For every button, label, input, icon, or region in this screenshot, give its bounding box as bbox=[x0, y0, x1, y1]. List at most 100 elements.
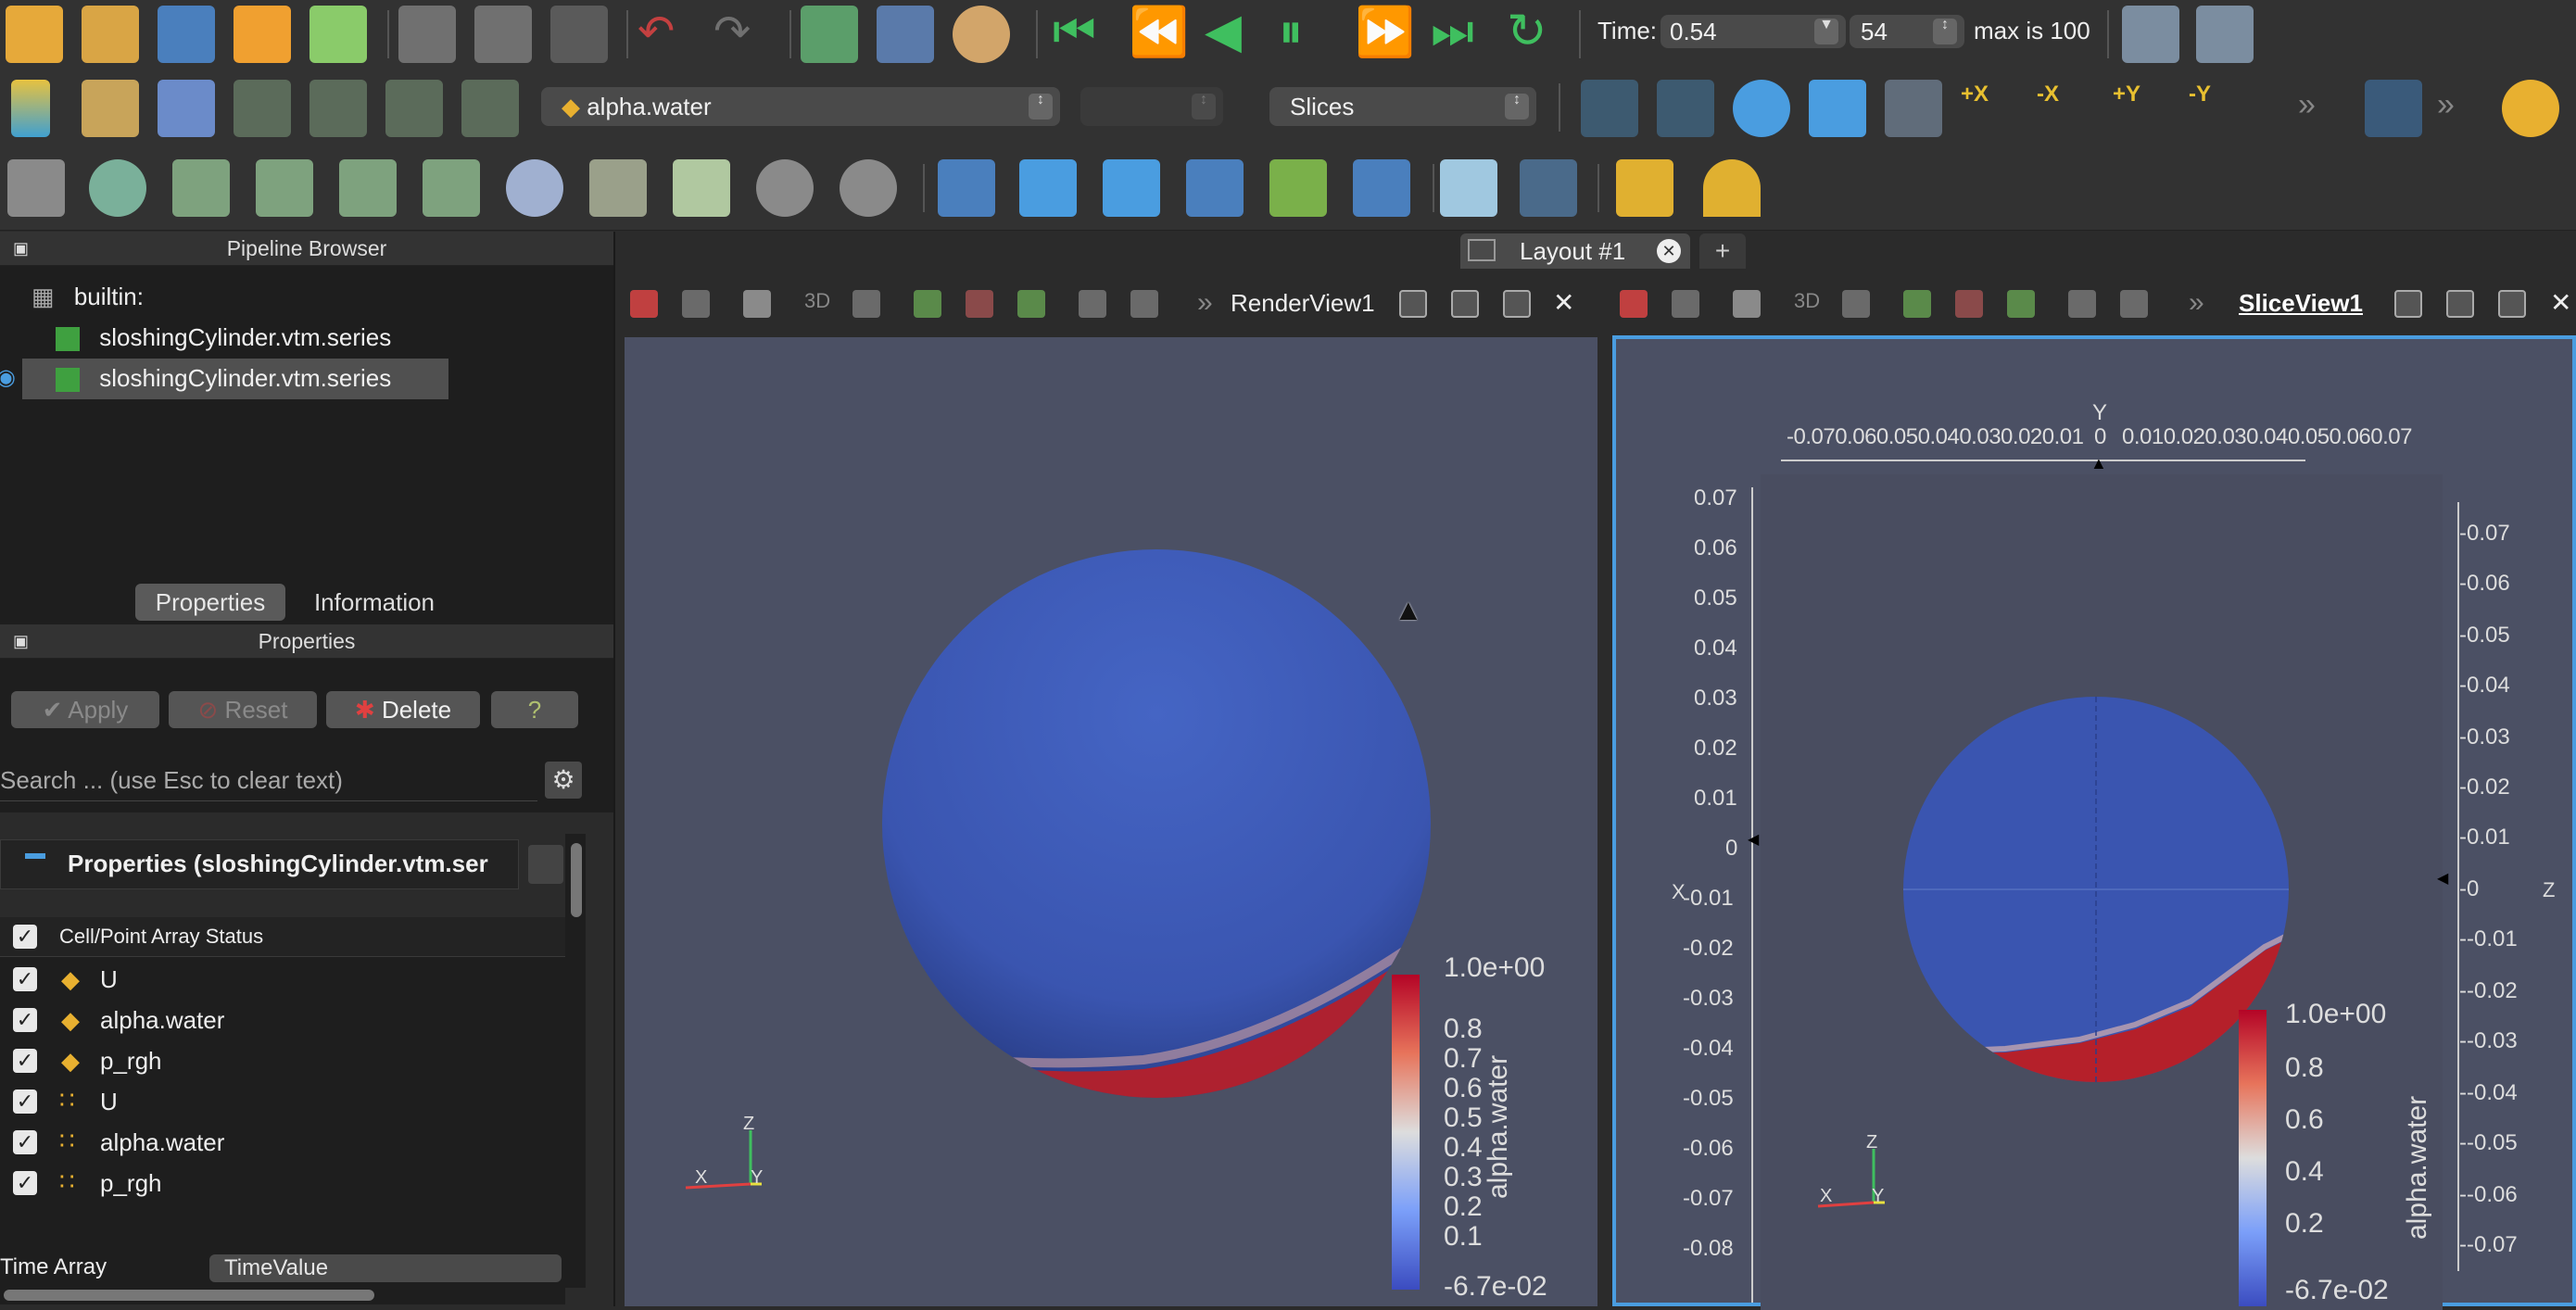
zoom-to-data-icon[interactable] bbox=[1657, 80, 1714, 137]
close-view-icon[interactable]: ✕ bbox=[2550, 287, 2571, 318]
array-checkbox[interactable]: ✓ bbox=[13, 1049, 37, 1073]
capture-icon[interactable] bbox=[743, 290, 771, 318]
plot-over-line-icon[interactable] bbox=[1269, 159, 1327, 217]
collapse-icon[interactable] bbox=[25, 853, 45, 859]
first-frame-icon[interactable]: ⏮ bbox=[1053, 4, 1096, 60]
previous-frame-icon[interactable]: ⏪ bbox=[1129, 4, 1189, 60]
clip-icon[interactable] bbox=[172, 159, 230, 217]
contour-icon[interactable] bbox=[89, 159, 146, 217]
close-tab-icon[interactable]: ✕ bbox=[1657, 239, 1681, 263]
rescale-visible-icon[interactable] bbox=[385, 80, 443, 137]
play-backward-icon[interactable]: ◀ bbox=[1205, 4, 1242, 59]
protractor-icon[interactable] bbox=[1703, 159, 1761, 217]
snowflake-icon[interactable] bbox=[1440, 159, 1497, 217]
split-vertical-icon[interactable] bbox=[1451, 290, 1479, 318]
slice-view-label[interactable]: SliceView1 bbox=[2239, 289, 2363, 318]
plot-over-time-icon[interactable] bbox=[1186, 159, 1244, 217]
last-frame-icon[interactable]: ⏭ bbox=[1431, 4, 1474, 60]
overflow-chevron-icon[interactable]: » bbox=[2189, 287, 2204, 319]
rescale-temporal-icon[interactable] bbox=[461, 80, 519, 137]
glyph-icon[interactable] bbox=[506, 159, 563, 217]
array-checkbox[interactable]: ✓ bbox=[13, 967, 37, 991]
camera-redo-icon[interactable] bbox=[682, 290, 710, 318]
render-view[interactable]: ▲ Z X Y 1.0e+00 0.8 0.7 0.6 0.5 0.4 0.3 … bbox=[625, 337, 1597, 1306]
select-points-on-icon[interactable] bbox=[966, 290, 993, 318]
camera-capture-icon[interactable] bbox=[2122, 6, 2179, 63]
slice-view[interactable]: Y -0.070.060.050.040.030.020.01 0 0.010.… bbox=[1612, 335, 2576, 1310]
plot-selection-icon[interactable] bbox=[1353, 159, 1410, 217]
overflow-chevron-icon[interactable]: » bbox=[2298, 87, 2316, 123]
capture-icon[interactable] bbox=[1733, 290, 1761, 318]
select-frustum-icon[interactable] bbox=[1017, 290, 1045, 318]
split-horizontal-icon[interactable] bbox=[1399, 290, 1427, 318]
probe-line-icon[interactable] bbox=[938, 159, 995, 217]
vertical-scrollbar[interactable] bbox=[565, 834, 586, 1288]
shrink-selection-icon[interactable] bbox=[2120, 290, 2148, 318]
slice-icon[interactable] bbox=[256, 159, 313, 217]
interpret-colors-icon[interactable] bbox=[158, 80, 215, 137]
pipeline-item[interactable]: sloshingCylinder.vtm.series bbox=[56, 364, 391, 393]
redo-camera-icon[interactable] bbox=[474, 6, 532, 63]
component-select[interactable]: ↕ bbox=[1080, 87, 1223, 126]
render-view-label[interactable]: RenderView1 bbox=[1231, 289, 1375, 318]
scalar-bar-icon[interactable] bbox=[82, 80, 139, 137]
orientation-axes-icon[interactable] bbox=[2365, 80, 2422, 137]
toggle-3d-button[interactable]: 3D bbox=[804, 289, 830, 313]
light-bulb-icon[interactable] bbox=[2502, 80, 2559, 137]
clock-icon[interactable] bbox=[550, 6, 608, 63]
save-data-icon[interactable] bbox=[158, 6, 215, 63]
pipeline-root[interactable]: ▦ builtin: bbox=[32, 283, 144, 311]
group-datasets-icon[interactable] bbox=[756, 159, 814, 217]
undo-camera-icon[interactable] bbox=[398, 6, 456, 63]
interactive-zoom-icon[interactable] bbox=[1885, 80, 1942, 137]
selection-icon[interactable] bbox=[1019, 159, 1077, 217]
apply-button[interactable]: ✔ Apply bbox=[11, 691, 159, 728]
rescale-range-icon[interactable] bbox=[234, 80, 291, 137]
reset-session-icon[interactable] bbox=[801, 6, 858, 63]
open-recent-folder-icon[interactable] bbox=[82, 6, 139, 63]
overflow-chevron-icon[interactable]: » bbox=[2437, 87, 2455, 123]
gear-icon[interactable]: ⚙ bbox=[545, 762, 582, 799]
grow-selection-icon[interactable] bbox=[1079, 290, 1106, 318]
select-points-on-icon[interactable] bbox=[1955, 290, 1983, 318]
scrollbar-thumb[interactable] bbox=[4, 1290, 374, 1301]
ruler-icon[interactable] bbox=[1616, 159, 1673, 217]
camera-undo-icon[interactable] bbox=[1620, 290, 1648, 318]
select-all-checkbox[interactable]: ✓ bbox=[13, 925, 37, 949]
dock-float-icon[interactable]: ▣ bbox=[13, 232, 29, 265]
pause-icon[interactable]: ⏸ bbox=[1279, 4, 1303, 60]
zoom-closest-icon[interactable] bbox=[1733, 80, 1790, 137]
search-input[interactable]: Search ... (use Esc to clear text) bbox=[0, 760, 537, 801]
split-horizontal-icon[interactable] bbox=[2394, 290, 2422, 318]
array-select[interactable]: ◆ alpha.water ↕ bbox=[541, 87, 1060, 126]
add-layout-button[interactable]: + bbox=[1699, 233, 1746, 269]
calculator-icon[interactable] bbox=[7, 159, 65, 217]
extract-level-icon[interactable] bbox=[840, 159, 897, 217]
maximize-icon[interactable] bbox=[1503, 290, 1531, 318]
chevron-updown-icon[interactable]: ↕ bbox=[1192, 93, 1216, 120]
toggle-3d-button[interactable]: 3D bbox=[1794, 289, 1820, 313]
grow-selection-icon[interactable] bbox=[2068, 290, 2096, 318]
undo-icon[interactable]: ↶ bbox=[638, 6, 675, 57]
screenshot-icon[interactable] bbox=[877, 6, 934, 63]
zoom-icon[interactable] bbox=[852, 290, 880, 318]
chevron-updown-icon[interactable]: ↕ bbox=[1505, 93, 1529, 120]
camera-redo-icon[interactable] bbox=[1672, 290, 1699, 318]
split-vertical-icon[interactable] bbox=[2446, 290, 2474, 318]
connect-icon[interactable] bbox=[234, 6, 291, 63]
rescale-custom-icon[interactable] bbox=[309, 80, 367, 137]
camera-add-icon[interactable] bbox=[2196, 6, 2254, 63]
warp-by-vector-icon[interactable] bbox=[673, 159, 730, 217]
threshold-icon[interactable] bbox=[339, 159, 397, 217]
view-plus-x-icon[interactable]: +X bbox=[1961, 82, 2018, 139]
camera-undo-icon[interactable] bbox=[630, 290, 658, 318]
delete-button[interactable]: ✱ Delete bbox=[326, 691, 480, 728]
chevron-down-icon[interactable]: ▼ bbox=[1814, 18, 1838, 44]
representation-select[interactable]: Slices ↕ bbox=[1269, 87, 1536, 126]
extract-subset-icon[interactable] bbox=[423, 159, 480, 217]
array-checkbox[interactable]: ✓ bbox=[13, 1090, 37, 1114]
color-map-editor-icon[interactable] bbox=[11, 80, 50, 137]
tab-layout-1[interactable]: Layout #1 ✕ bbox=[1460, 233, 1690, 269]
dock-float-icon[interactable]: ▣ bbox=[13, 624, 29, 658]
timestep-spinbox[interactable]: 54 ↕ bbox=[1850, 15, 1964, 48]
